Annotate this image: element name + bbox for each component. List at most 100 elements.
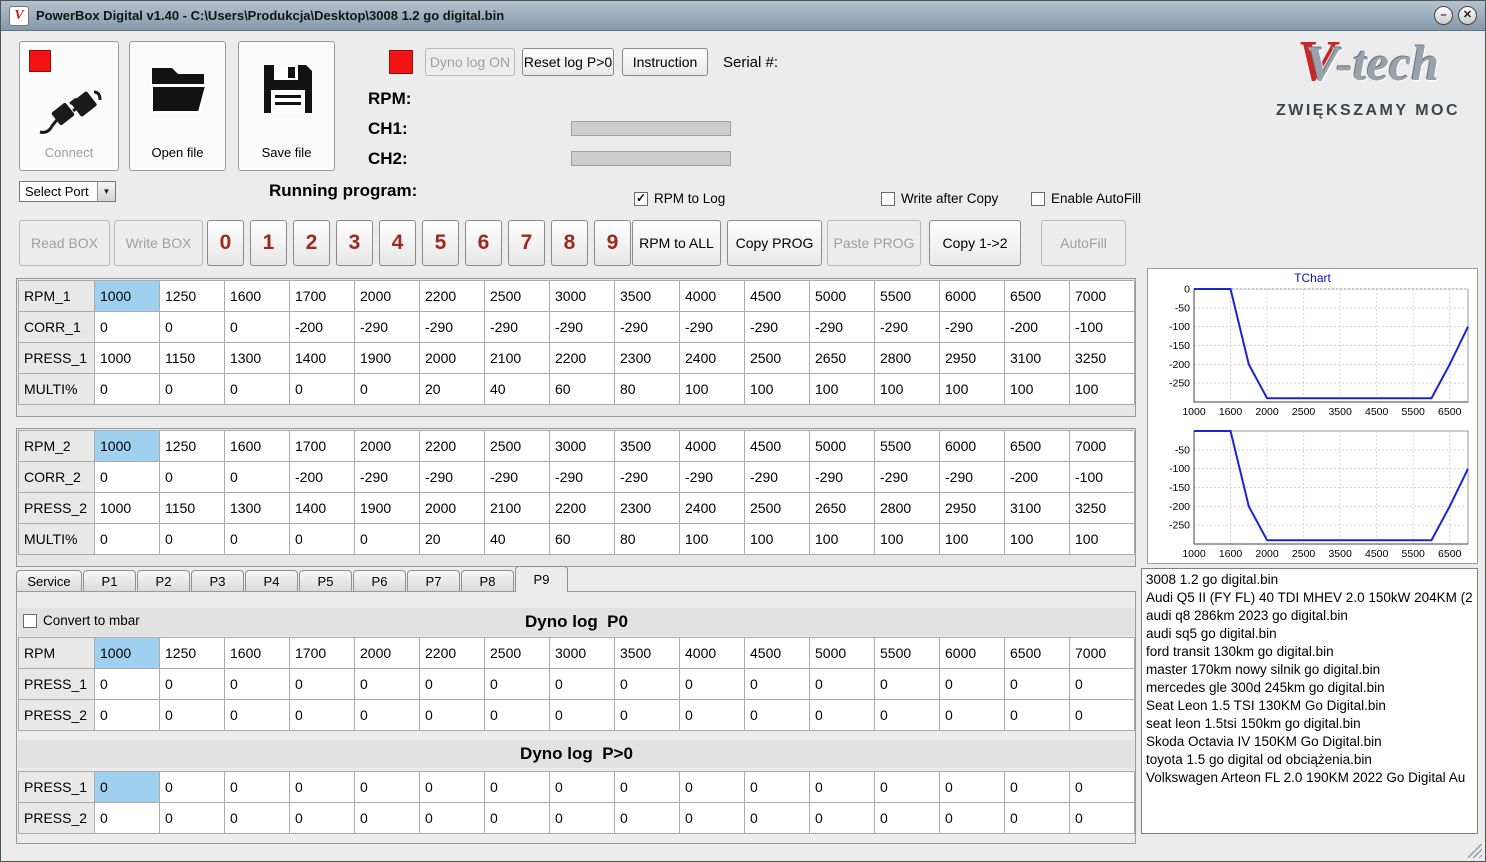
grid-cell[interactable]: 0	[940, 803, 1005, 834]
tab[interactable]: P6	[353, 570, 406, 592]
grid-cell[interactable]: 2200	[550, 343, 615, 374]
grid-cell[interactable]: 0	[290, 772, 355, 803]
grid-cell[interactable]: 4500	[745, 281, 810, 312]
grid-cell[interactable]: 0	[485, 700, 550, 731]
grid-cell[interactable]: 0	[810, 803, 875, 834]
grid-cell[interactable]: -200	[1005, 312, 1070, 343]
grid-cell[interactable]: 0	[550, 700, 615, 731]
file-list-item[interactable]: ford transit 130km go digital.bin	[1146, 643, 1473, 661]
instruction-button[interactable]: Instruction	[622, 48, 708, 76]
grid-cell[interactable]: 0	[485, 772, 550, 803]
grid-cell[interactable]: 0	[420, 669, 485, 700]
grid-cell[interactable]: 0	[745, 669, 810, 700]
rpm-to-log-checkbox[interactable]: RPM to Log	[634, 191, 725, 206]
file-list-item[interactable]: audi sq5 go digital.bin	[1146, 625, 1473, 643]
grid-cell[interactable]: 0	[420, 803, 485, 834]
grid-cell[interactable]: 0	[1005, 772, 1070, 803]
grid-cell[interactable]: 2400	[680, 343, 745, 374]
file-list-item[interactable]: master 170km nowy silnik go digital.bin	[1146, 661, 1473, 679]
grid-cell[interactable]: 0	[550, 803, 615, 834]
grid-cell[interactable]: 0	[95, 374, 160, 405]
grid-cell[interactable]: 0	[810, 772, 875, 803]
grid-cell[interactable]: 5500	[875, 281, 940, 312]
grid-cell[interactable]: 1250	[160, 281, 225, 312]
grid-cell[interactable]: 2400	[680, 493, 745, 524]
grid-cell[interactable]: 100	[875, 524, 940, 555]
grid-cell[interactable]: -290	[680, 312, 745, 343]
grid-cell[interactable]: 2500	[745, 493, 810, 524]
file-list-item[interactable]: Volkswagen Arteon FL 2.0 190KM 2022 Go D…	[1146, 769, 1473, 787]
grid-cell[interactable]: 1000	[95, 343, 160, 374]
tab[interactable]: P5	[299, 570, 352, 592]
connect-button[interactable]: Connect	[19, 41, 119, 171]
grid-cell[interactable]: 0	[160, 462, 225, 493]
grid-cell[interactable]: 2500	[745, 343, 810, 374]
grid-cell[interactable]: 2500	[485, 281, 550, 312]
grid-cell[interactable]: 0	[1070, 803, 1135, 834]
grid-cell[interactable]: 0	[875, 772, 940, 803]
file-list-item[interactable]: 3008 1.2 go digital.bin	[1146, 571, 1473, 589]
grid-cell[interactable]: 0	[95, 700, 160, 731]
tab[interactable]: Service	[16, 570, 82, 592]
grid-cell[interactable]: 2000	[355, 638, 420, 669]
grid-cell[interactable]: 7000	[1070, 431, 1135, 462]
digit-button[interactable]: 1	[250, 220, 287, 266]
grid-cell[interactable]: 0	[355, 803, 420, 834]
grid-cell[interactable]: 20	[420, 374, 485, 405]
grid-cell[interactable]: 4000	[680, 431, 745, 462]
grid-cell[interactable]: 0	[355, 772, 420, 803]
grid-cell[interactable]: -290	[745, 312, 810, 343]
convert-to-mbar-checkbox[interactable]: Convert to mbar	[23, 613, 140, 628]
grid-cell[interactable]: 3100	[1005, 493, 1070, 524]
grid-cell[interactable]: 0	[940, 669, 1005, 700]
grid-cell[interactable]: 4500	[745, 431, 810, 462]
grid-cell[interactable]: 0	[810, 669, 875, 700]
grid-cell[interactable]: -290	[420, 462, 485, 493]
grid-cell[interactable]: 5000	[810, 638, 875, 669]
file-list-item[interactable]: seat leon 1.5tsi 150km go digital.bin	[1146, 715, 1473, 733]
grid-cell[interactable]: 0	[225, 669, 290, 700]
grid-cell[interactable]: 2200	[420, 431, 485, 462]
grid-cell[interactable]: 3100	[1005, 343, 1070, 374]
grid-cell[interactable]: 2500	[485, 431, 550, 462]
grid-cell[interactable]: 2200	[420, 638, 485, 669]
grid-cell[interactable]: -290	[420, 312, 485, 343]
grid-cell[interactable]: 100	[940, 374, 1005, 405]
grid-cell[interactable]: 5000	[810, 431, 875, 462]
save-file-button[interactable]: Save file	[238, 41, 335, 171]
grid-cell[interactable]: 1150	[160, 343, 225, 374]
grid-cell[interactable]: 0	[290, 524, 355, 555]
grid-cell[interactable]: 0	[420, 700, 485, 731]
grid-cell[interactable]: 80	[615, 524, 680, 555]
grid-cell[interactable]: 3500	[615, 281, 680, 312]
grid-cell[interactable]: 100	[875, 374, 940, 405]
grid-cell[interactable]: 1300	[225, 493, 290, 524]
grid-cell[interactable]: 1150	[160, 493, 225, 524]
grid-cell[interactable]: 4000	[680, 281, 745, 312]
grid-cell[interactable]: 0	[485, 669, 550, 700]
tab[interactable]: P4	[245, 570, 298, 592]
grid-cell[interactable]: 2800	[875, 493, 940, 524]
grid-cell[interactable]: 0	[810, 700, 875, 731]
grid-cell[interactable]: 1250	[160, 638, 225, 669]
grid-cell[interactable]: 0	[615, 772, 680, 803]
grid-cell[interactable]: 0	[745, 700, 810, 731]
grid-cell[interactable]: 2950	[940, 493, 1005, 524]
grid-cell[interactable]: 2950	[940, 343, 1005, 374]
grid-cell[interactable]: 0	[290, 669, 355, 700]
paste-prog-button[interactable]: Paste PROG	[827, 220, 921, 266]
grid-cell[interactable]: 1700	[290, 638, 355, 669]
grid-cell[interactable]: 100	[745, 524, 810, 555]
grid-cell[interactable]: 0	[225, 462, 290, 493]
grid-cell[interactable]: 0	[160, 803, 225, 834]
grid-cell[interactable]: 0	[95, 462, 160, 493]
grid-cell[interactable]: -290	[485, 312, 550, 343]
grid-cell[interactable]: -290	[550, 462, 615, 493]
grid-cell[interactable]: 7000	[1070, 638, 1135, 669]
grid-cell[interactable]: 1400	[290, 493, 355, 524]
grid-cell[interactable]: 0	[225, 803, 290, 834]
grid-cell[interactable]: 1700	[290, 281, 355, 312]
resize-grip[interactable]	[1468, 844, 1482, 858]
grid-cell[interactable]: 2000	[420, 493, 485, 524]
grid-cell[interactable]: 1000	[95, 638, 160, 669]
